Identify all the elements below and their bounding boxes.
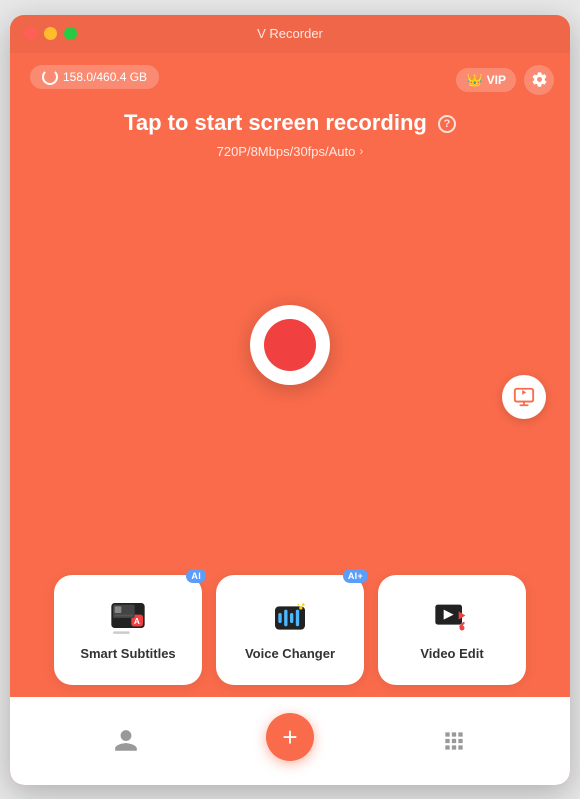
- voice-changer-label: Voice Changer: [245, 646, 335, 661]
- headline-area: Tap to start screen recording ?: [124, 110, 456, 136]
- add-button[interactable]: +: [266, 713, 314, 761]
- main-content: Tap to start screen recording ? 720P/8Mb…: [10, 100, 570, 159]
- quality-text: 720P/8Mbps/30fps/Auto: [217, 144, 356, 159]
- minimize-button[interactable]: [44, 27, 57, 40]
- storage-badge: 158.0/460.4 GB: [30, 65, 159, 89]
- quality-settings-link[interactable]: 720P/8Mbps/30fps/Auto ›: [217, 144, 364, 159]
- traffic-lights: [24, 27, 77, 40]
- vip-label: VIP: [487, 73, 506, 87]
- ai-badge-smart-subtitles: AI: [186, 569, 206, 583]
- voice-changer-icon: [270, 598, 310, 638]
- ai-badge-voice-changer: AI+: [343, 569, 368, 583]
- video-edit-icon: [432, 598, 472, 638]
- help-icon[interactable]: ?: [438, 115, 456, 133]
- svg-text:A: A: [134, 616, 140, 626]
- chevron-right-icon: ›: [359, 144, 363, 158]
- smart-subtitles-label: Smart Subtitles: [80, 646, 175, 661]
- apps-icon: [441, 728, 467, 754]
- title-bar: V Recorder: [10, 15, 570, 53]
- person-tab[interactable]: [113, 728, 139, 754]
- smart-subtitles-icon: A: [108, 598, 148, 638]
- smart-subtitles-card[interactable]: AI A Smart Subtitles: [54, 575, 202, 685]
- record-button-container: [250, 305, 330, 385]
- window-title: V Recorder: [257, 26, 323, 41]
- app-window: V Recorder 158.0/460.4 GB 👑 VIP Tap to s…: [10, 15, 570, 785]
- crown-icon: 👑: [466, 72, 482, 88]
- record-button[interactable]: [250, 305, 330, 385]
- voice-changer-card[interactable]: AI+ Voice Changer: [216, 575, 364, 685]
- bottom-toolbar: +: [10, 697, 570, 785]
- top-right-controls: 👑 VIP: [456, 65, 554, 95]
- maximize-button[interactable]: [64, 27, 77, 40]
- float-side-button[interactable]: [502, 375, 546, 419]
- feature-cards-container: AI A Smart Subtitles AI+: [10, 575, 570, 685]
- record-button-inner: [264, 319, 316, 371]
- storage-text: 158.0/460.4 GB: [63, 70, 147, 84]
- settings-button[interactable]: [524, 65, 554, 95]
- vip-badge[interactable]: 👑 VIP: [456, 68, 516, 92]
- video-edit-card[interactable]: Video Edit: [378, 575, 526, 685]
- plus-icon: +: [282, 724, 297, 750]
- person-icon: [113, 728, 139, 754]
- storage-icon: [42, 69, 58, 85]
- apps-tab[interactable]: [441, 728, 467, 754]
- screen-record-icon: [513, 386, 535, 408]
- video-edit-label: Video Edit: [420, 646, 483, 661]
- page-headline: Tap to start screen recording ?: [124, 110, 456, 135]
- headline-text: Tap to start screen recording: [124, 110, 427, 135]
- gear-icon: [531, 71, 548, 88]
- close-button[interactable]: [24, 27, 37, 40]
